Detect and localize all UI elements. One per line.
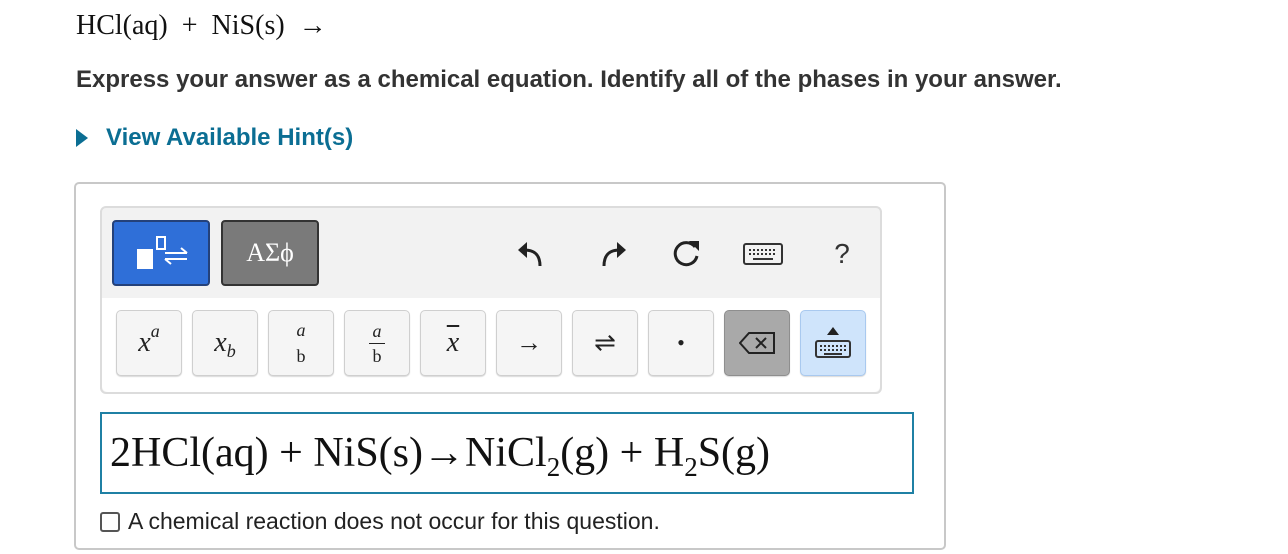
stacked-script-key[interactable]: ab (268, 310, 334, 376)
dot-key[interactable]: • (648, 310, 714, 376)
toolbar-key-row: xa xb ab ab x → ⇌ • (102, 298, 880, 392)
help-icon[interactable]: ? (824, 236, 860, 272)
overline-key[interactable]: x (420, 310, 486, 376)
superscript-key[interactable]: xa (116, 310, 182, 376)
answer-product1-phase: (g) + H (560, 430, 685, 476)
answer-reactants: 2HCl(aq) + NiS(s) (110, 430, 423, 476)
answer-product2: S(g) (697, 430, 771, 476)
keyboard-toggle-key[interactable] (800, 310, 866, 376)
answer-arrow: → (423, 430, 465, 476)
no-reaction-checkbox[interactable] (100, 511, 120, 532)
answer-product1: NiCl (465, 430, 547, 476)
subscript-sub: b (226, 340, 236, 361)
reset-icon[interactable] (668, 236, 704, 272)
greek-mode-button[interactable]: ΑΣϕ (221, 220, 319, 286)
undo-icon[interactable] (514, 236, 550, 272)
question-equation: HCl(aq) + NiS(s) → (76, 10, 327, 41)
backspace-icon (739, 332, 775, 354)
subscript-key[interactable]: xb (192, 310, 258, 376)
subscript-base: x (214, 327, 227, 358)
answer-panel: ΑΣϕ ? xa xb ab a b x → ⇌ • 2HCl(aq) + Ni… (74, 182, 946, 550)
stacked-top: a (296, 320, 306, 340)
stacked-bottom: b (296, 346, 306, 366)
chem-mode-button[interactable] (112, 220, 210, 286)
answer-product2-subscript: 2 (684, 451, 698, 482)
no-reaction-label: A chemical reaction does not occur for t… (128, 508, 660, 534)
view-hints-link[interactable]: View Available Hint(s) (76, 124, 353, 152)
math-toolbar: ΑΣϕ ? xa xb ab a b x → ⇌ • (100, 206, 882, 394)
equilibrium-arrow-key[interactable]: ⇌ (572, 310, 638, 376)
answer-input[interactable]: 2HCl(aq) + NiS(s) → NiCl 2 (g) + H 2 S(g) (100, 412, 914, 494)
hint-expand-arrow-icon (76, 129, 88, 147)
hint-label: View Available Hint(s) (106, 124, 354, 151)
toolbar-top-row: ΑΣϕ ? (102, 208, 880, 298)
backspace-key[interactable] (724, 310, 790, 376)
redo-icon[interactable] (594, 236, 630, 272)
superscript-exp: a (150, 320, 160, 341)
fraction-key[interactable]: ab (344, 310, 410, 376)
keyboard-icon[interactable] (742, 236, 784, 272)
superscript-base: x (138, 327, 151, 358)
no-reaction-option[interactable]: A chemical reaction does not occur for t… (100, 508, 660, 535)
answer-product1-subscript: 2 (546, 451, 561, 482)
fraction-denominator: b (372, 345, 382, 366)
fraction-numerator: a (372, 320, 382, 341)
chem-mode-icon (137, 236, 188, 269)
yield-arrow-key[interactable]: → (496, 310, 562, 376)
instructions-text: Express your answer as a chemical equati… (76, 66, 1062, 93)
keyboard-toggle-icon (815, 327, 851, 358)
